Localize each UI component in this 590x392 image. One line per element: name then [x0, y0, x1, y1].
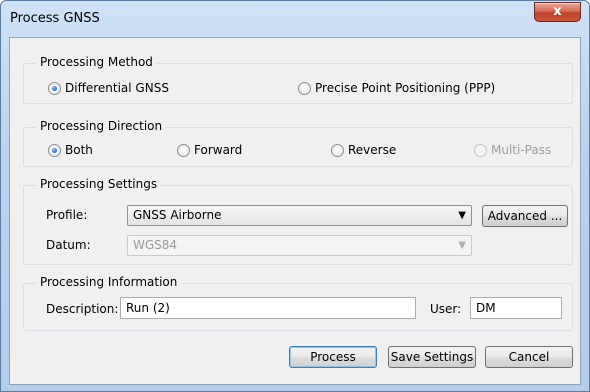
radio-label: Differential GNSS [65, 81, 169, 95]
radio-label: Reverse [348, 143, 397, 157]
user-label: User: [430, 302, 462, 316]
close-icon: x [553, 4, 562, 19]
advanced-button[interactable]: Advanced ... [482, 205, 568, 227]
radio-button-icon [298, 81, 311, 95]
processing-information-group: Processing Information Description: Run … [23, 275, 573, 331]
process-gnss-dialog: Process GNSS x Processing Method Differe… [0, 0, 590, 392]
radio-button-icon [48, 143, 61, 157]
processing-method-label: Processing Method [36, 55, 157, 69]
radio-differential-gnss[interactable]: Differential GNSS [48, 81, 169, 95]
title-bar[interactable]: Process GNSS x [1, 1, 589, 37]
profile-value: GNSS Airborne [133, 208, 222, 222]
radio-both[interactable]: Both [48, 143, 93, 157]
datum-dropdown[interactable]: WGS84 ▼ [127, 235, 472, 256]
radio-button-icon [474, 143, 487, 157]
radio-label: Both [65, 143, 93, 157]
processing-direction-group: Processing Direction Both Forward Revers… [23, 119, 573, 167]
dropdown-arrow-icon: ▼ [458, 210, 466, 221]
radio-multi-pass[interactable]: Multi-Pass [474, 143, 551, 157]
profile-label: Profile: [46, 208, 88, 222]
radio-forward[interactable]: Forward [177, 143, 242, 157]
radio-label: Forward [194, 143, 243, 157]
dropdown-arrow-icon: ▼ [458, 240, 466, 251]
profile-dropdown[interactable]: GNSS Airborne ▼ [127, 205, 472, 226]
datum-value: WGS84 [133, 238, 178, 252]
radio-button-icon [48, 81, 61, 95]
process-button[interactable]: Process [289, 346, 377, 368]
cancel-button[interactable]: Cancel [485, 346, 573, 368]
processing-method-group: Processing Method Differential GNSS Prec… [23, 55, 573, 104]
description-input[interactable]: Run (2) [120, 297, 416, 319]
processing-settings-label: Processing Settings [36, 177, 162, 191]
processing-direction-label: Processing Direction [36, 119, 167, 133]
radio-ppp[interactable]: Precise Point Positioning (PPP) [298, 81, 495, 95]
radio-reverse[interactable]: Reverse [331, 143, 396, 157]
processing-settings-group: Processing Settings Profile: GNSS Airbor… [23, 177, 573, 265]
radio-label: Precise Point Positioning (PPP) [315, 81, 496, 95]
close-button[interactable]: x [534, 2, 581, 22]
description-label: Description: [46, 302, 119, 316]
radio-button-icon [331, 143, 344, 157]
datum-label: Datum: [46, 238, 91, 252]
save-settings-button[interactable]: Save Settings [388, 346, 476, 368]
processing-information-label: Processing Information [36, 275, 182, 289]
radio-button-icon [177, 143, 190, 157]
dialog-title: Process GNSS [10, 11, 100, 26]
user-input[interactable]: DM [470, 297, 562, 319]
radio-label: Multi-Pass [491, 143, 552, 157]
